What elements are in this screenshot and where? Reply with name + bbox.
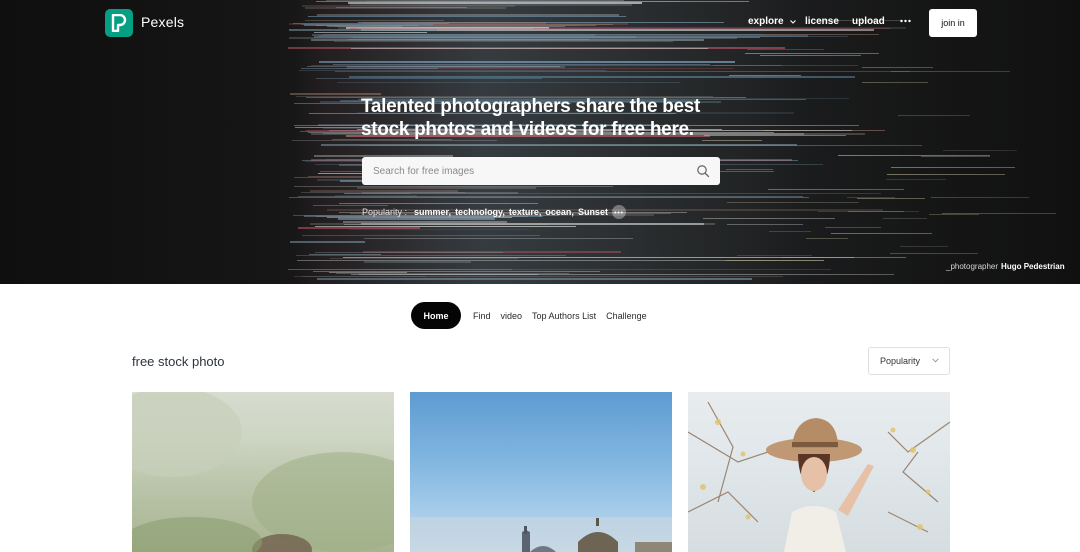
photo-card[interactable]: [688, 392, 950, 552]
photo-credit: _photographer Hugo Pedestrian: [946, 262, 1065, 271]
credit-photographer-name[interactable]: Hugo Pedestrian: [1001, 262, 1065, 271]
nav-license[interactable]: license: [805, 16, 839, 27]
popular-tag[interactable]: summer,: [414, 207, 451, 217]
nav-explore-label: explore: [748, 16, 784, 27]
search-input[interactable]: [362, 157, 692, 185]
search-icon[interactable]: [696, 164, 710, 178]
sort-dropdown[interactable]: Popularity: [868, 347, 950, 375]
more-tags-icon[interactable]: [611, 205, 626, 219]
nav-upload[interactable]: upload: [852, 16, 885, 27]
ellipsis-icon[interactable]: [900, 14, 911, 31]
tab-home[interactable]: Home: [411, 302, 461, 329]
section-title: free stock photo: [132, 354, 225, 369]
content-tabs: Home Find video Top Authors List Challen…: [411, 302, 657, 329]
credit-label: _photographer: [946, 262, 999, 271]
top-navigation: Pexels explore license upload join in: [0, 0, 1080, 46]
popular-tag[interactable]: texture,: [509, 207, 542, 217]
join-button[interactable]: join in: [929, 9, 977, 37]
photo-card[interactable]: [132, 392, 394, 552]
sort-dropdown-label: Popularity: [880, 356, 921, 366]
photo-image: [410, 517, 672, 552]
hero-headline: Talented photographers share the best st…: [361, 96, 701, 140]
popular-searches: Popularity : summer, technology, texture…: [362, 205, 626, 219]
brand-name[interactable]: Pexels: [141, 14, 184, 30]
tab-top-authors[interactable]: Top Authors List: [532, 311, 596, 321]
popular-tag[interactable]: technology,: [455, 207, 505, 217]
photo-image: [688, 401, 950, 552]
chevron-down-icon: [932, 358, 939, 363]
pexels-logo-icon[interactable]: [105, 9, 133, 37]
popular-label: Popularity :: [362, 207, 408, 217]
popular-tag[interactable]: ocean,: [545, 207, 574, 217]
nav-explore[interactable]: explore: [748, 16, 796, 27]
tab-challenge[interactable]: Challenge: [606, 311, 647, 321]
tab-find[interactable]: Find: [473, 311, 491, 321]
photo-card[interactable]: [410, 392, 672, 552]
popular-tag[interactable]: Sunset: [578, 207, 608, 217]
photo-image: [132, 392, 394, 552]
hero-banner: Pexels explore license upload join in Ta…: [0, 0, 1080, 284]
tab-video[interactable]: video: [501, 311, 523, 321]
search-bar: [362, 157, 720, 185]
chevron-down-icon: [789, 19, 796, 24]
